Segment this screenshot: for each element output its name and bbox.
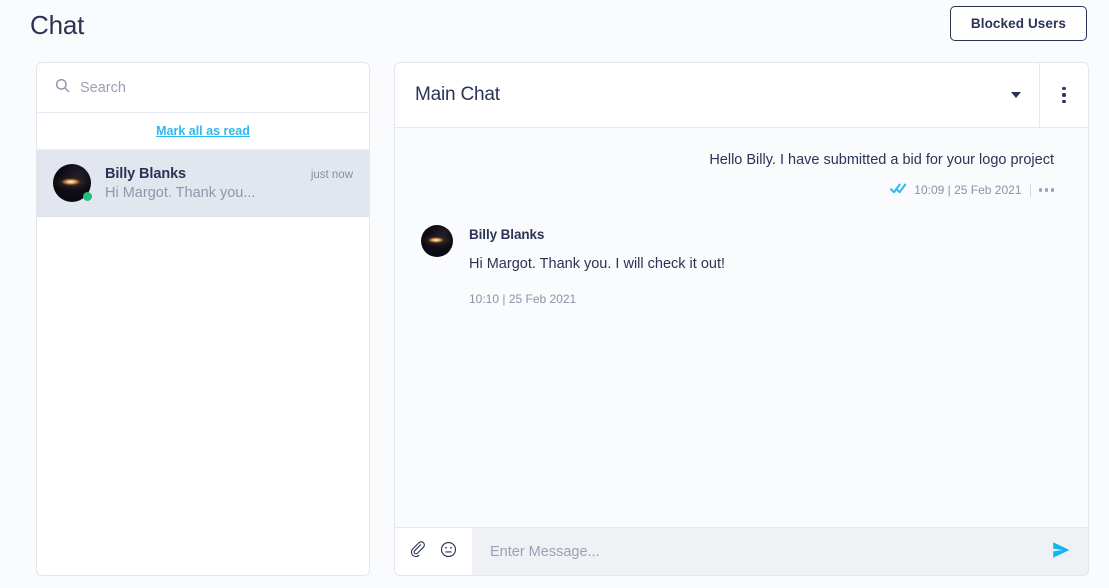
mark-all-as-read-link[interactable]: Mark all as read bbox=[156, 124, 250, 138]
contact-timestamp: just now bbox=[310, 168, 353, 181]
avatar-image bbox=[421, 225, 453, 258]
message-composer bbox=[395, 527, 1088, 575]
message-received: Billy Blanks Hi Margot. Thank you. I wil… bbox=[421, 225, 1054, 306]
conversation-sidebar: Mark all as read Billy Blanks just now H… bbox=[36, 62, 370, 576]
message-preview: Hi Margot. Thank you... bbox=[105, 184, 256, 201]
workspace: Mark all as read Billy Blanks just now H… bbox=[0, 46, 1109, 588]
list-item[interactable]: Billy Blanks just now Hi Margot. Thank y… bbox=[37, 150, 369, 217]
message-timestamp: 10:10 | 25 Feb 2021 bbox=[469, 292, 577, 307]
conversation-list[interactable]: Billy Blanks just now Hi Margot. Thank y… bbox=[37, 150, 369, 575]
emoji-smiley-icon[interactable] bbox=[440, 541, 457, 563]
composer-tools bbox=[395, 528, 472, 575]
message-input[interactable] bbox=[490, 543, 1048, 560]
composer-input-area bbox=[472, 528, 1088, 575]
online-status-dot bbox=[83, 192, 92, 201]
chevron-down-icon[interactable] bbox=[1011, 92, 1021, 98]
send-button[interactable] bbox=[1048, 540, 1074, 563]
send-icon bbox=[1050, 540, 1072, 563]
avatar bbox=[421, 225, 453, 306]
search-icon bbox=[55, 78, 70, 98]
list-item-text: Billy Blanks just now Hi Margot. Thank y… bbox=[105, 166, 353, 201]
message-sent: Hello Billy. I have submitted a bid for … bbox=[421, 150, 1054, 199]
chat-title: Main Chat bbox=[415, 84, 500, 105]
paperclip-icon[interactable] bbox=[410, 540, 427, 563]
message-timestamp: 10:09 | 25 Feb 2021 bbox=[914, 183, 1022, 198]
page-title: Chat bbox=[30, 10, 85, 40]
chat-title-dropdown[interactable]: Main Chat bbox=[395, 63, 1039, 127]
message-thread: Hello Billy. I have submitted a bid for … bbox=[395, 128, 1088, 527]
message-meta: 10:09 | 25 Feb 2021 bbox=[890, 183, 1054, 197]
mark-all-as-read-row: Mark all as read bbox=[37, 113, 369, 150]
avatar bbox=[53, 164, 92, 202]
chat-options-button[interactable] bbox=[1039, 63, 1088, 127]
list-item-header: Billy Blanks just now bbox=[105, 166, 353, 182]
meta-divider bbox=[1029, 183, 1031, 197]
chat-panel: Main Chat Hello Billy. I have submitted … bbox=[394, 62, 1089, 576]
kebab-menu-icon bbox=[1062, 86, 1066, 104]
message-text: Hi Margot. Thank you. I will check it ou… bbox=[469, 256, 726, 273]
chat-header: Main Chat bbox=[395, 63, 1088, 128]
search-input[interactable] bbox=[80, 79, 351, 96]
message-text: Hello Billy. I have submitted a bid for … bbox=[709, 152, 1054, 168]
more-options-icon[interactable] bbox=[1038, 188, 1054, 192]
blocked-users-button[interactable]: Blocked Users bbox=[949, 5, 1087, 41]
top-bar: Chat Blocked Users bbox=[0, 0, 1109, 46]
message-body: Billy Blanks Hi Margot. Thank you. I wil… bbox=[469, 225, 725, 306]
search-row bbox=[37, 63, 369, 113]
message-author: Billy Blanks bbox=[469, 227, 545, 243]
contact-name: Billy Blanks bbox=[105, 165, 186, 182]
double-check-icon bbox=[890, 183, 907, 197]
